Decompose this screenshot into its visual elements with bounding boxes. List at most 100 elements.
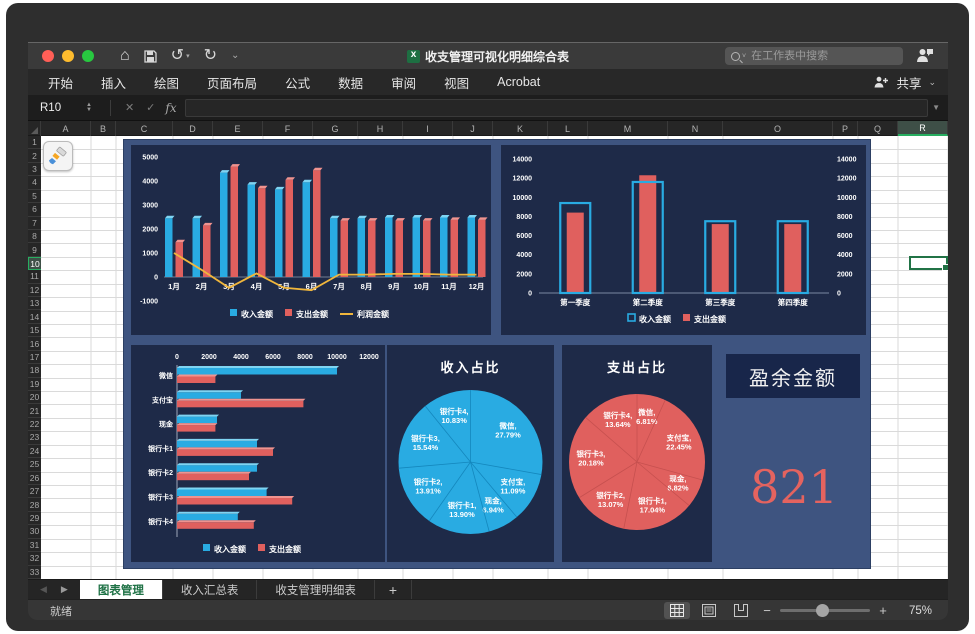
column-header-N[interactable]: N (668, 121, 723, 136)
row-header-3[interactable]: 3 (28, 163, 41, 176)
row-header-17[interactable]: 17 (28, 351, 41, 364)
sheet-tab-图表管理[interactable]: 图表管理 (80, 580, 162, 599)
column-header-O[interactable]: O (723, 121, 833, 136)
row-header-14[interactable]: 14 (28, 310, 41, 323)
ribbon-tab-数据[interactable]: 数据 (332, 73, 369, 92)
ribbon-tab-绘图[interactable]: 绘图 (148, 73, 185, 92)
insert-function-icon[interactable]: fx (165, 101, 176, 115)
row-header-2[interactable]: 2 (28, 149, 41, 162)
column-header-I[interactable]: I (403, 121, 453, 136)
search-box[interactable]: ˅ (725, 47, 903, 65)
sheet-nav-left-icon[interactable]: ◀ (40, 584, 47, 595)
share-feedback-icon[interactable] (916, 47, 934, 68)
row-header-22[interactable]: 22 (28, 418, 41, 431)
column-header-Q[interactable]: Q (858, 121, 898, 136)
ribbon-tab-插入[interactable]: 插入 (95, 73, 132, 92)
chart-quarterly-income-expense[interactable]: 0020002000400040006000600080008000100001… (501, 145, 866, 335)
column-header-E[interactable]: E (213, 121, 263, 136)
row-header-8[interactable]: 8 (28, 230, 41, 243)
ribbon-tab-审阅[interactable]: 审阅 (385, 73, 422, 92)
ribbon-tab-Acrobat[interactable]: Acrobat (491, 75, 546, 89)
row-header-10[interactable]: 10 (28, 257, 41, 270)
close-window-button[interactable] (42, 50, 54, 62)
undo-icon[interactable]: ↺▾ (171, 48, 190, 64)
ribbon-tab-视图[interactable]: 视图 (438, 73, 475, 92)
row-header-24[interactable]: 24 (28, 445, 41, 458)
zoom-window-button[interactable] (82, 50, 94, 62)
row-header-18[interactable]: 18 (28, 364, 41, 377)
normal-view-button[interactable] (664, 602, 690, 619)
chart-by-payment-channel[interactable]: 020004000600080001000012000微信支付宝现金银行卡1银行… (131, 345, 385, 562)
selected-cell-R10[interactable] (909, 256, 948, 270)
confirm-entry-icon[interactable]: ✓ (146, 101, 155, 114)
column-header-F[interactable]: F (263, 121, 313, 136)
row-header-9[interactable]: 9 (28, 243, 41, 256)
page-break-view-button[interactable] (728, 602, 754, 619)
column-header-B[interactable]: B (91, 121, 116, 136)
ribbon-display-options-icon[interactable]: ⌄ (231, 51, 239, 61)
row-header-23[interactable]: 23 (28, 431, 41, 444)
zoom-slider[interactable] (780, 609, 870, 612)
row-header-25[interactable]: 25 (28, 458, 41, 471)
row-header-13[interactable]: 13 (28, 297, 41, 310)
search-scope-caret-icon[interactable]: ˅ (742, 53, 746, 60)
formula-bar-expand-icon[interactable]: ▼ (932, 103, 940, 112)
page-layout-view-button[interactable] (696, 602, 722, 619)
row-header-28[interactable]: 28 (28, 498, 41, 511)
name-box[interactable]: R10 (28, 102, 86, 114)
row-header-15[interactable]: 15 (28, 324, 41, 337)
row-header-1[interactable]: 1 (28, 136, 41, 149)
ribbon-tab-开始[interactable]: 开始 (42, 73, 79, 92)
ribbon-tab-页面布局[interactable]: 页面布局 (201, 73, 263, 92)
select-all-corner[interactable] (28, 121, 41, 136)
row-header-12[interactable]: 12 (28, 284, 41, 297)
row-header-29[interactable]: 29 (28, 512, 41, 525)
formula-input[interactable] (185, 99, 928, 117)
column-header-K[interactable]: K (493, 121, 548, 136)
redo-icon[interactable]: ↻ (204, 48, 217, 64)
cancel-entry-icon[interactable]: ✕ (125, 101, 134, 114)
row-header-30[interactable]: 30 (28, 525, 41, 538)
minimize-window-button[interactable] (62, 50, 74, 62)
row-header-5[interactable]: 5 (28, 190, 41, 203)
row-header-27[interactable]: 27 (28, 485, 41, 498)
chart-income-share-pie[interactable]: 收入占比 微信,27.79%支付宝,11.09%现金,6.94%银行卡1,13.… (387, 345, 554, 562)
row-header-11[interactable]: 11 (28, 270, 41, 283)
row-header-21[interactable]: 21 (28, 404, 41, 417)
row-header-19[interactable]: 19 (28, 378, 41, 391)
format-painter-button[interactable] (43, 141, 73, 171)
chart-expense-share-pie[interactable]: 支出占比 微信,6.81%支付宝,22.45%现金,6.82%银行卡1,17.0… (562, 345, 712, 562)
column-header-R[interactable]: R (898, 121, 948, 136)
zoom-out-button[interactable]: − (760, 603, 774, 618)
row-header-26[interactable]: 26 (28, 472, 41, 485)
column-header-L[interactable]: L (548, 121, 588, 136)
home-icon[interactable]: ⌂ (120, 48, 130, 64)
zoom-slider-knob[interactable] (816, 604, 829, 617)
column-header-D[interactable]: D (173, 121, 213, 136)
save-icon[interactable] (144, 50, 157, 63)
column-header-A[interactable]: A (41, 121, 91, 136)
share-button[interactable]: 共享 ⌄ (874, 73, 936, 92)
name-box-stepper[interactable]: ▲▼ (86, 103, 92, 113)
sheet-tab-收入汇总表[interactable]: 收入汇总表 (162, 580, 257, 599)
add-sheet-button[interactable]: + (374, 580, 412, 599)
column-header-C[interactable]: C (116, 121, 173, 136)
worksheet[interactable]: -10000100020003000400050001月2月3月4月5月6月7月… (41, 136, 948, 579)
row-header-4[interactable]: 4 (28, 176, 41, 189)
column-header-M[interactable]: M (588, 121, 668, 136)
row-header-6[interactable]: 6 (28, 203, 41, 216)
row-header-32[interactable]: 32 (28, 552, 41, 565)
sheet-tab-收支管理明细表[interactable]: 收支管理明细表 (256, 580, 374, 599)
row-header-20[interactable]: 20 (28, 391, 41, 404)
row-header-31[interactable]: 31 (28, 539, 41, 552)
row-header-33[interactable]: 33 (28, 566, 41, 579)
ribbon-tab-公式[interactable]: 公式 (279, 73, 316, 92)
chart-monthly-income-expense[interactable]: -10000100020003000400050001月2月3月4月5月6月7月… (131, 145, 491, 335)
sheet-nav-right-icon[interactable]: ▶ (61, 584, 68, 595)
column-header-H[interactable]: H (358, 121, 403, 136)
row-header-7[interactable]: 7 (28, 217, 41, 230)
column-header-P[interactable]: P (833, 121, 858, 136)
zoom-in-button[interactable]: + (876, 603, 890, 618)
column-header-J[interactable]: J (453, 121, 493, 136)
column-header-G[interactable]: G (313, 121, 358, 136)
